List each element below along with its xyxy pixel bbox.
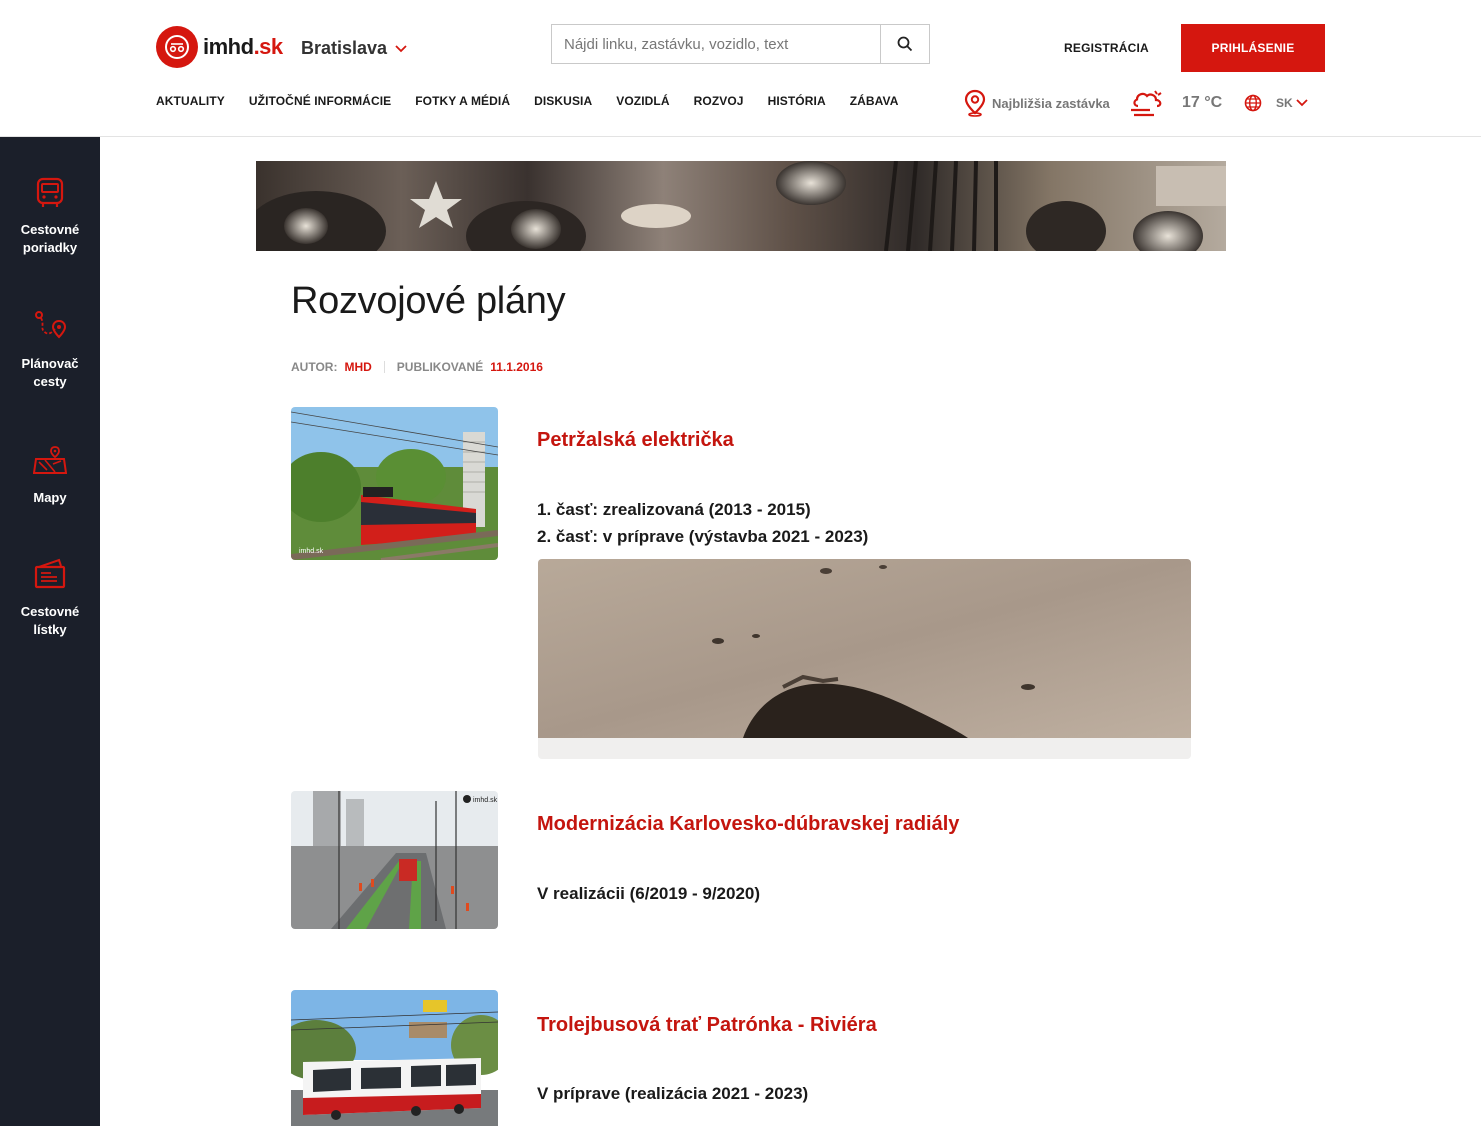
main-nav: AKTUALITY UŽITOČNÉ INFORMÁCIE FOTKY A MÉ… xyxy=(156,94,923,108)
sidebar-item-maps[interactable]: Mapy xyxy=(0,443,100,507)
page-title: Rozvojové plány xyxy=(291,280,566,322)
sidebar-item-tickets[interactable]: Cestovné lístky xyxy=(0,557,100,639)
site-header: imhd.sk Bratislava REGISTRÁCIA PRIHLÁSEN… xyxy=(0,0,1481,137)
nav-item-zabava[interactable]: ZÁBAVA xyxy=(850,94,899,108)
ticket-icon xyxy=(34,558,66,589)
sidebar-item-label: Plánovač cesty xyxy=(21,356,79,389)
nav-item-vozidla[interactable]: VOZIDLÁ xyxy=(616,94,669,108)
search-icon xyxy=(897,36,913,52)
search-input[interactable] xyxy=(552,25,880,63)
radial-photo-thumbnail[interactable]: imhd.sk xyxy=(291,791,498,929)
nav-item-rozvoj[interactable]: ROZVOJ xyxy=(694,94,744,108)
weather-widget: 17 °C xyxy=(1128,86,1222,120)
sidebar-item-label: Mapy xyxy=(33,490,67,505)
nearest-stop-label: Najbližšia zastávka xyxy=(992,95,1110,111)
city-label: Bratislava xyxy=(301,38,388,58)
published-date: 11.1.2016 xyxy=(490,360,543,374)
article-title-link[interactable]: Petržalská električka xyxy=(537,429,734,452)
page-banner-image xyxy=(256,161,1226,251)
meta-divider xyxy=(383,361,385,373)
bus-icon xyxy=(36,177,64,207)
nav-item-diskusia[interactable]: DISKUSIA xyxy=(534,94,592,108)
article-status-line: 1. časť: zrealizovaná (2013 - 2015) xyxy=(537,500,811,519)
sidebar-item-label: Cestovné lístky xyxy=(20,604,80,637)
nav-item-uzitocne-informacie[interactable]: UŽITOČNÉ INFORMÁCIE xyxy=(249,94,391,108)
search-button[interactable] xyxy=(880,25,929,63)
chevron-down-icon xyxy=(395,44,407,52)
trolleybus-photo-thumbnail[interactable] xyxy=(291,990,498,1126)
route-planner-icon xyxy=(35,311,67,339)
tram-photo-thumbnail[interactable]: imhd.sk xyxy=(291,407,498,560)
article-meta: AUTOR: MHD PUBLIKOVANÉ 11.1.2016 xyxy=(291,360,543,374)
search-bar xyxy=(551,24,930,64)
globe-icon xyxy=(1244,94,1262,112)
language-code: SK xyxy=(1276,96,1293,110)
register-link[interactable]: REGISTRÁCIA xyxy=(1064,41,1149,55)
nav-item-historia[interactable]: HISTÓRIA xyxy=(768,94,826,108)
nearest-stop-link[interactable]: Najbližšia zastávka xyxy=(963,89,1110,117)
article-status-line: V realizácii (6/2019 - 9/2020) xyxy=(537,884,761,903)
city-selector[interactable]: Bratislava xyxy=(301,38,407,59)
article-status-line: V príprave (realizácia 2021 - 2023) xyxy=(537,1084,809,1103)
sidebar-item-route-planner[interactable]: Plánovač cesty xyxy=(0,309,100,391)
author-label: AUTOR: xyxy=(291,360,338,374)
map-icon xyxy=(33,446,67,474)
language-selector[interactable]: SK xyxy=(1244,94,1308,112)
article-status-line: 2. časť: v príprave (výstavba 2021 - 202… xyxy=(537,527,869,546)
article-image-placeholder xyxy=(538,559,1191,759)
published-label: PUBLIKOVANÉ xyxy=(396,360,484,374)
login-button[interactable]: PRIHLÁSENIE xyxy=(1181,24,1325,72)
nav-item-aktuality[interactable]: AKTUALITY xyxy=(156,94,225,108)
article-title-link[interactable]: Modernizácia Karlovesko-dúbravskej radiá… xyxy=(537,813,959,836)
temperature: 17 °C xyxy=(1182,94,1223,111)
sidebar: Cestovné poriadky Plánovač cesty Mapy Ce… xyxy=(0,137,100,1126)
svg-text:imhd.sk: imhd.sk xyxy=(299,548,324,555)
sidebar-item-label: Cestovné poriadky xyxy=(20,222,80,255)
site-logo[interactable]: imhd.sk xyxy=(156,26,283,68)
weather-cloud-wind-icon xyxy=(1131,90,1162,117)
logo-icon xyxy=(156,26,198,68)
author-link[interactable]: MHD xyxy=(344,360,371,374)
chevron-down-icon xyxy=(1296,99,1308,107)
location-pin-icon xyxy=(964,89,986,117)
nav-item-fotky-a-media[interactable]: FOTKY A MÉDIÁ xyxy=(415,94,510,108)
article-title-link[interactable]: Trolejbusová trať Patrónka - Riviéra xyxy=(537,1014,877,1037)
svg-text:imhd.sk: imhd.sk xyxy=(473,797,498,804)
sidebar-item-timetables[interactable]: Cestovné poriadky xyxy=(0,177,100,257)
logo-text: imhd.sk xyxy=(203,34,283,59)
